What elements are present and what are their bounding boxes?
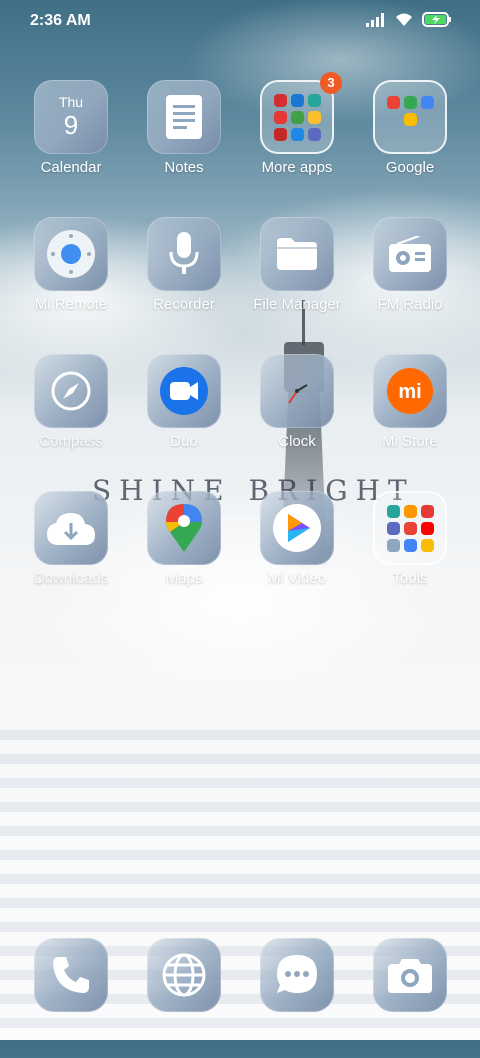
app-label: Google [385, 159, 435, 176]
app-compass[interactable]: Compass [16, 354, 126, 474]
chat-bubble-icon [260, 938, 334, 1012]
app-file-manager[interactable]: File Manager [242, 217, 352, 337]
app-label: FM Radio [377, 296, 443, 313]
mi-store-icon: mi [373, 354, 447, 428]
signal-icon [366, 12, 386, 32]
app-label: More apps [261, 159, 333, 176]
app-calendar[interactable]: Thu 9 Calendar [16, 80, 126, 200]
radio-icon [373, 217, 447, 291]
app-label: Mi Video [267, 570, 327, 587]
app-mi-video[interactable]: Mi Video [242, 491, 352, 611]
app-mi-remote[interactable]: Mi Remote [16, 217, 126, 337]
app-duo[interactable]: Duo [129, 354, 239, 474]
folder-file-icon [260, 217, 334, 291]
globe-icon [147, 938, 221, 1012]
battery-icon [422, 12, 452, 32]
app-label: Recorder [153, 296, 215, 313]
app-label: Clock [278, 433, 316, 450]
play-icon [260, 491, 334, 565]
app-recorder[interactable]: Recorder [129, 217, 239, 337]
app-label: Maps [165, 570, 203, 587]
notes-icon [147, 80, 221, 154]
dock-camera[interactable] [355, 938, 465, 1058]
svg-text:mi: mi [398, 381, 421, 403]
status-time: 2:36 AM [30, 12, 91, 29]
folder-icon [373, 491, 447, 565]
app-mi-store[interactable]: mi Mi Store [355, 354, 465, 474]
app-label: Mi Remote [34, 296, 108, 313]
remote-icon [34, 217, 108, 291]
microphone-icon [147, 217, 221, 291]
app-maps[interactable]: Maps [129, 491, 239, 611]
app-label: Tools [392, 570, 428, 587]
folder-tools[interactable]: Tools [355, 491, 465, 611]
notification-badge: 3 [320, 72, 342, 94]
app-notes[interactable]: Notes [129, 80, 239, 200]
status-bar: 2:36 AM [0, 0, 480, 42]
clock-icon [260, 354, 334, 428]
calendar-date: 9 [63, 109, 79, 140]
cloud-download-icon [34, 491, 108, 565]
compass-icon [34, 354, 108, 428]
app-label: Duo [170, 433, 198, 450]
dock-messaging[interactable] [242, 938, 352, 1058]
app-label: Calendar [40, 159, 102, 176]
app-label: Downloads [33, 570, 109, 587]
duo-icon [147, 354, 221, 428]
folder-more-apps[interactable]: 3 More apps [242, 72, 352, 200]
wifi-icon [394, 12, 414, 32]
folder-google[interactable]: Google [355, 80, 465, 200]
calendar-icon: Thu 9 [34, 80, 108, 154]
app-clock[interactable]: Clock [242, 354, 352, 474]
folder-icon [373, 80, 447, 154]
calendar-day: Thu [58, 93, 84, 110]
phone-icon [34, 938, 108, 1012]
dock-browser[interactable] [129, 938, 239, 1058]
app-label: Notes [164, 159, 204, 176]
dock-phone[interactable] [16, 938, 126, 1058]
app-downloads[interactable]: Downloads [16, 491, 126, 611]
app-fm-radio[interactable]: FM Radio [355, 217, 465, 337]
app-label: Compass [39, 433, 103, 450]
camera-icon [373, 938, 447, 1012]
app-label: Mi Store [382, 433, 438, 450]
map-pin-icon [147, 491, 221, 565]
app-label: File Manager [253, 296, 341, 313]
